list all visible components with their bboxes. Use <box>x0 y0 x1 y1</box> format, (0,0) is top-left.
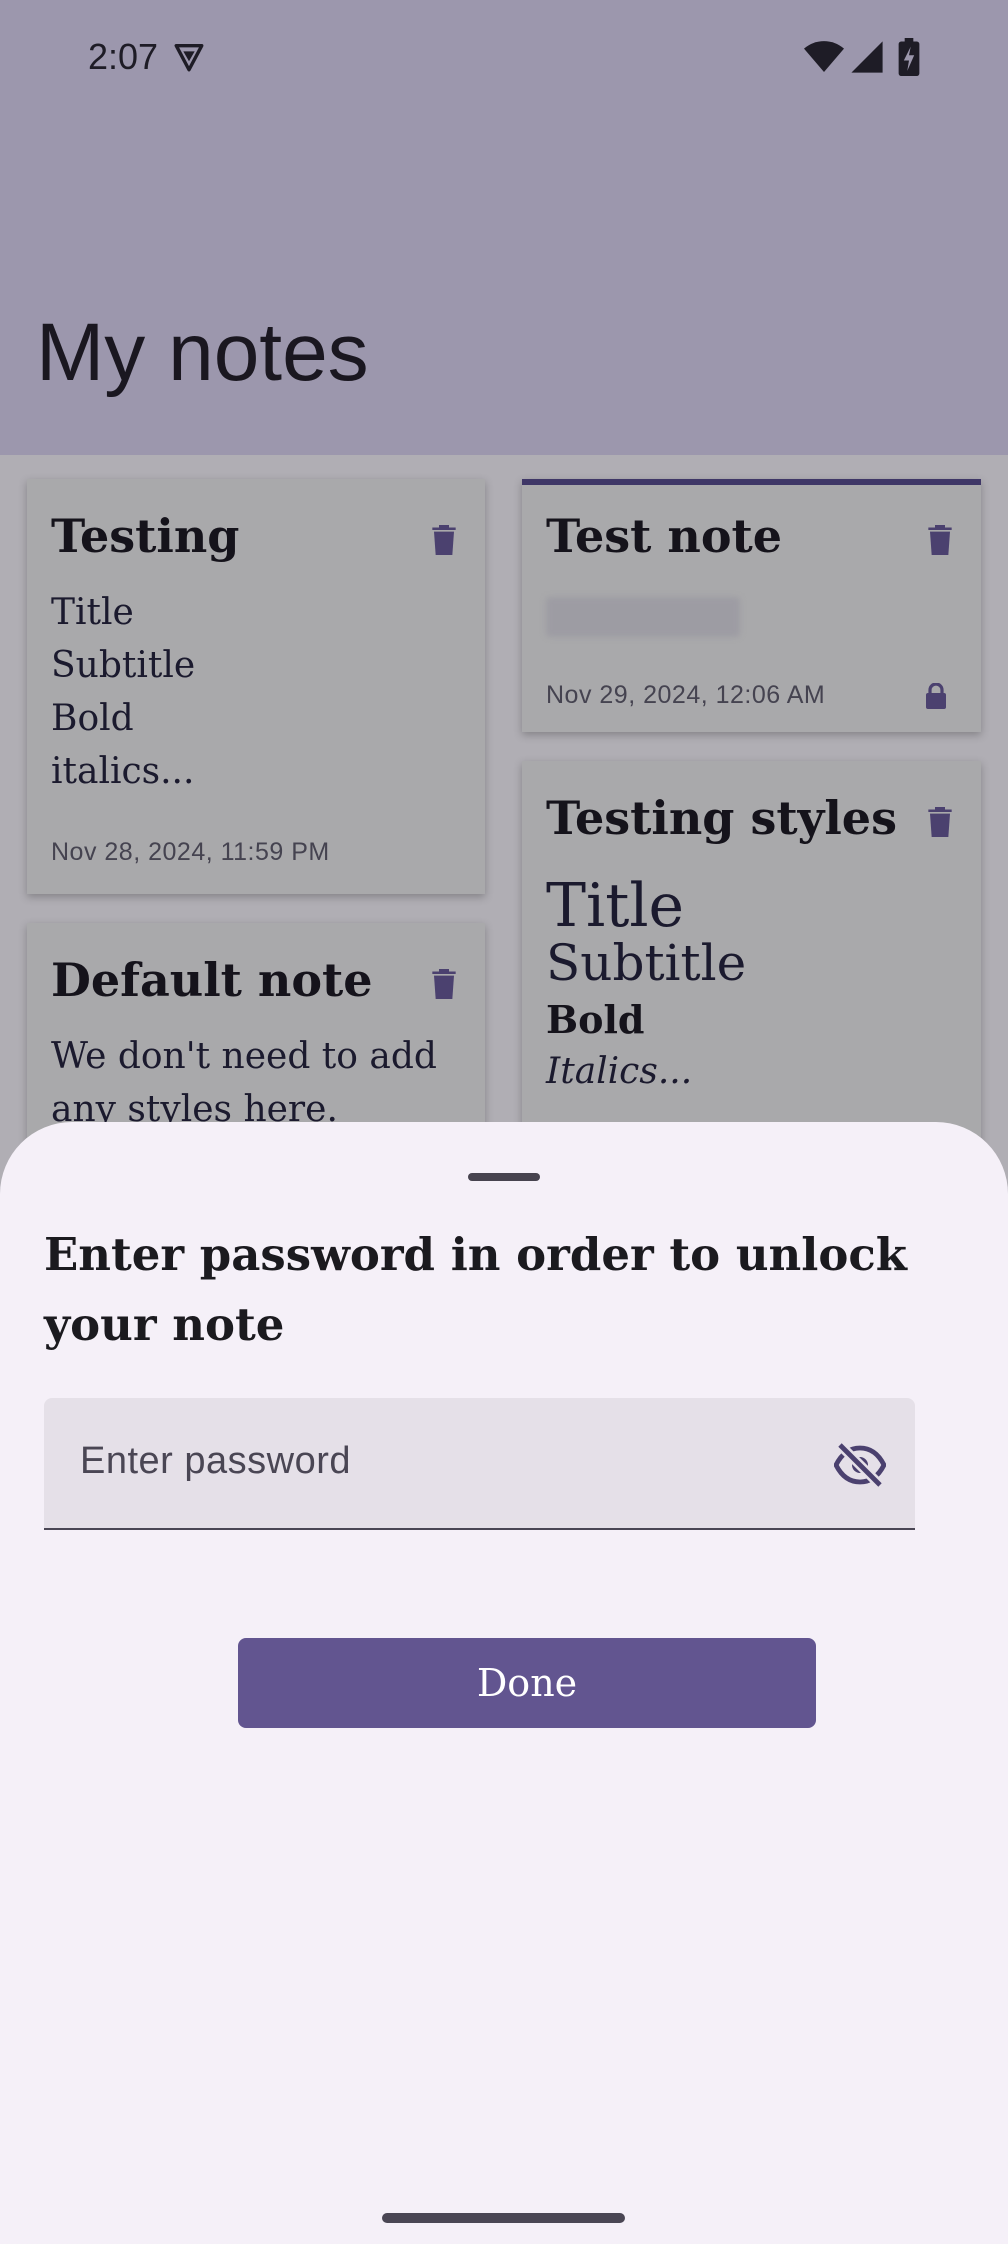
visibility-off-icon[interactable] <box>834 1442 886 1488</box>
note-body-line: Title <box>51 592 134 633</box>
battery-charging-icon <box>898 38 920 76</box>
page-title: My notes <box>36 307 369 398</box>
note-card[interactable]: Test note Nov 29, 2024, 12:06 AM <box>522 479 981 732</box>
note-title: Testing styles <box>546 791 897 845</box>
app-bar: 2:07 My notes <box>0 0 1008 455</box>
note-title: Test note <box>546 509 783 563</box>
signal-icon <box>851 41 883 73</box>
lock-icon <box>926 683 946 709</box>
note-title: Default note <box>51 953 373 1007</box>
note-body-line: Subtitle <box>51 645 196 686</box>
note-styled-bold: Bold <box>546 997 645 1042</box>
password-placeholder: Enter password <box>80 1440 352 1482</box>
trash-icon[interactable] <box>432 969 456 999</box>
note-body-line: We don't need to add <box>51 1036 437 1077</box>
status-time: 2:07 <box>88 36 159 77</box>
trash-icon[interactable] <box>928 807 952 837</box>
wifi-icon <box>804 41 844 72</box>
note-date: Nov 29, 2024, 12:06 AM <box>546 681 826 709</box>
done-button[interactable]: Done <box>238 1638 816 1728</box>
unlock-bottom-sheet: Enter password in order to unlock your n… <box>0 1122 1008 2244</box>
note-date: Nov 28, 2024, 11:59 PM <box>51 838 330 866</box>
note-styled-title: Title <box>546 871 685 941</box>
trash-icon[interactable] <box>928 525 952 555</box>
vpn-shield-icon <box>174 43 204 72</box>
trash-icon[interactable] <box>432 525 456 555</box>
password-field[interactable]: Enter password <box>44 1398 915 1530</box>
note-locked-blur <box>546 597 740 637</box>
sheet-title: Enter password in order to unlock your n… <box>44 1228 907 1351</box>
note-card[interactable]: Testing Title Subtitle Bold italics... N… <box>27 479 485 894</box>
note-body-line: italics... <box>51 751 195 792</box>
note-styled-subtitle: Subtitle <box>546 934 747 992</box>
status-bar: 2:07 <box>0 0 1008 115</box>
note-body: Title Subtitle Bold italics... <box>51 586 195 798</box>
note-styled-italics: Italics... <box>546 1051 693 1092</box>
sheet-drag-handle[interactable] <box>468 1173 540 1181</box>
note-title: Testing <box>51 509 240 563</box>
gesture-nav-handle[interactable] <box>382 2213 625 2223</box>
note-body: We don't need to add any styles here. <box>51 1030 437 1136</box>
note-body-line: Bold <box>51 698 134 739</box>
